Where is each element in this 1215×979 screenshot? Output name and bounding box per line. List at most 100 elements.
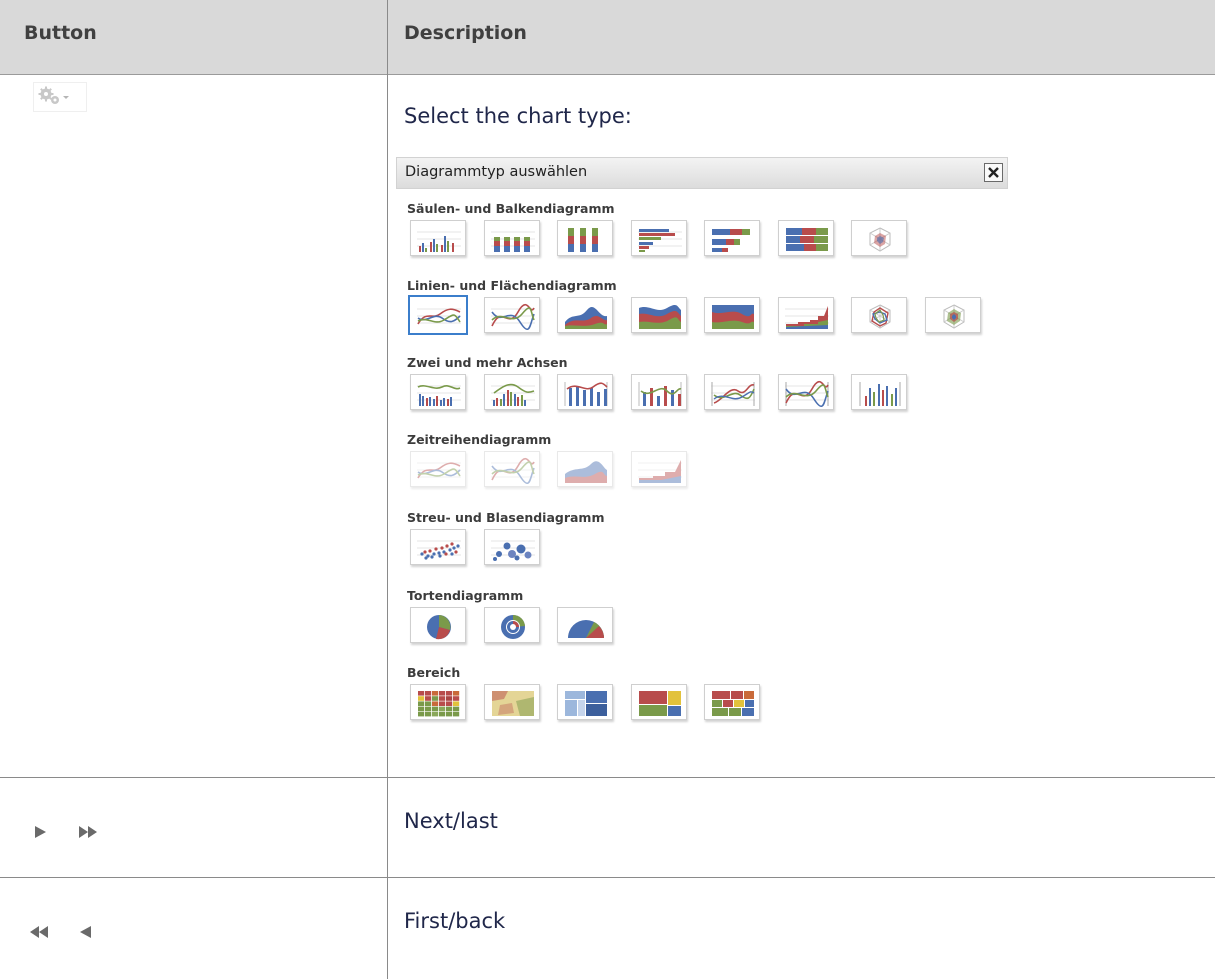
chart-type-column-line-dual[interactable] [410,374,466,410]
chart-type-column-line-multi-2[interactable] [630,374,687,410]
section-label: Zeitreihendiagramm [407,432,552,447]
chart-type-pie[interactable] [410,607,466,643]
chart-type-timeseries-step[interactable] [630,451,687,487]
row-divider [0,777,1215,778]
chart-type-treemap-2[interactable] [630,684,687,720]
column-line-dual-2-chart-icon [490,383,535,406]
table-header-row: Button Description [0,0,1215,75]
bar-clustered-chart-icon [637,229,682,252]
column-divider [387,0,388,979]
chart-type-column-multi-axis[interactable] [851,374,907,410]
half-pie-chart-icon [568,620,604,638]
dialog-close-button[interactable] [984,163,1003,182]
chart-type-dialog: Diagrammtyp auswählen Säulen- und Balken… [396,157,1008,747]
chart-type-radar-area[interactable] [924,297,981,333]
chart-type-area[interactable] [557,297,613,333]
chart-type-donut[interactable] [483,607,540,643]
bubble-chart-icon [490,540,535,561]
chart-type-heatmap-geo[interactable] [483,684,540,720]
heatmap-chart-icon [418,691,460,717]
timeseries-line-chart-icon [417,462,461,479]
chart-type-timeseries-area[interactable] [557,451,613,487]
chart-type-bubble[interactable] [483,529,540,565]
column-clustered-chart-icon [417,231,461,252]
chart-type-treemap-3[interactable] [704,684,760,720]
chart-type-line-dual-axis[interactable] [704,374,760,410]
treemap-chart-icon [565,691,607,716]
chart-type-description: Select the chart type: [404,104,632,128]
treemap-3-chart-icon [712,691,754,716]
column-line-multi-chart-icon [564,382,608,406]
chart-type-area-stacked[interactable] [630,297,687,333]
chart-type-treemap[interactable] [557,684,613,720]
chart-type-heatmap[interactable] [410,684,466,720]
chart-type-area-stacked-100[interactable] [704,297,760,333]
line-smooth-chart-icon [417,308,461,325]
timeseries-curved-chart-icon [490,458,535,484]
area-stacked-100-chart-icon [712,305,754,329]
chart-type-column-line-multi[interactable] [557,374,613,410]
header-button: Button [24,22,97,44]
area-stacked-chart-icon [638,304,681,329]
chart-type-column-stacked[interactable] [483,220,540,256]
chart-type-timeseries-line[interactable] [410,451,466,487]
heatmap-geo-chart-icon [491,691,534,716]
area-step-chart-icon [784,306,829,329]
line-dual-axis-chart-icon [711,382,755,406]
line-multi-axis-chart-icon [784,381,829,407]
section-label: Säulen- und Balkendiagramm [407,201,615,216]
close-icon [988,167,999,178]
chart-type-radar-column[interactable] [851,220,907,256]
dialog-title-bar: Diagrammtyp auswählen [396,157,1008,189]
line-curved-chart-icon [490,304,535,330]
chart-type-column-clustered[interactable] [410,220,466,256]
radar-column-chart-icon [869,227,891,252]
section-label: Bereich [407,665,461,680]
first-icon[interactable] [28,925,50,939]
donut-chart-icon [500,614,525,639]
radar-line-chart-icon [869,304,891,329]
section-label: Tortendiagramm [407,588,524,603]
gear-dropdown-icon [38,86,69,104]
button-description-table: Button Description Select the chart type… [0,0,1215,979]
row-divider [0,877,1215,878]
chart-type-column-stacked-100[interactable] [557,220,613,256]
chart-type-column-line-dual-2[interactable] [483,374,540,410]
chart-type-line-smooth[interactable] [408,295,468,335]
dialog-title: Diagrammtyp auswählen [405,164,588,180]
column-stacked-chart-icon [490,231,535,252]
column-line-dual-chart-icon [417,385,461,406]
bar-stacked-100-chart-icon [785,228,828,251]
next-last-description: Next/last [404,809,498,833]
chart-type-bar-stacked[interactable] [704,220,760,256]
column-line-multi-2-chart-icon [638,382,681,406]
last-icon[interactable] [78,825,100,839]
treemap-2-chart-icon [638,691,681,716]
chart-type-line-multi-axis[interactable] [777,374,834,410]
header-description: Description [404,22,527,44]
column-stacked-100-chart-icon [568,228,598,252]
back-icon[interactable] [77,925,93,939]
column-multi-axis-chart-icon [859,382,901,406]
scatter-chart-icon [417,540,461,560]
next-icon[interactable] [33,825,49,839]
chart-type-button[interactable] [33,82,87,112]
chart-type-line-curved[interactable] [483,297,540,333]
area-chart-icon [565,306,607,329]
radar-area-chart-icon [943,304,964,329]
chart-type-area-step[interactable] [777,297,834,333]
pie-chart-icon [427,615,451,640]
bar-stacked-chart-icon [712,229,750,252]
chart-type-timeseries-curved[interactable] [483,451,540,487]
timeseries-step-chart-icon [637,460,682,483]
timeseries-area-chart-icon [565,461,607,483]
chart-type-scatter[interactable] [410,529,466,565]
chart-type-half-pie[interactable] [557,607,613,643]
chart-type-radar-line[interactable] [851,297,907,333]
first-back-description: First/back [404,909,506,933]
chart-type-bar-stacked-100[interactable] [777,220,834,256]
chart-type-bar-clustered[interactable] [630,220,687,256]
section-label: Streu- und Blasendiagramm [407,510,605,525]
section-label: Zwei und mehr Achsen [407,355,568,370]
section-label: Linien- und Flächendiagramm [407,278,617,293]
